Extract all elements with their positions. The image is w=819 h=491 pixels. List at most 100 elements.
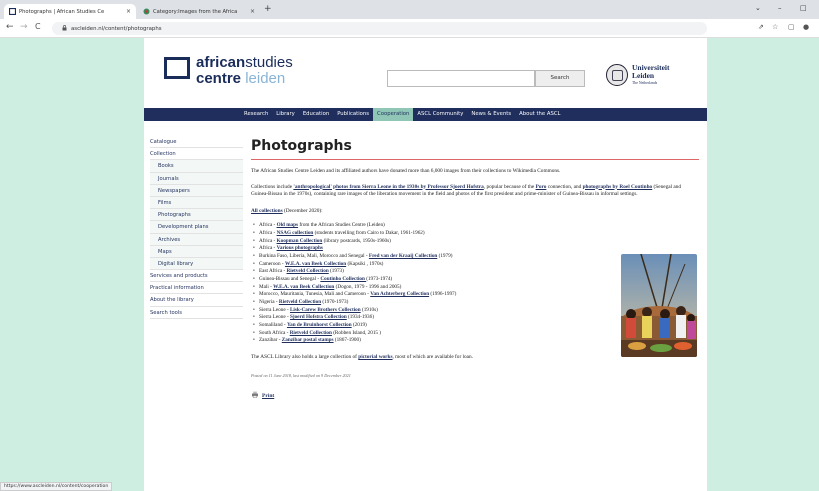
collection-link[interactable]: Zanzibar postal stamps (282, 337, 334, 343)
nav-item-about-the-ascl[interactable]: About the ASCL (515, 108, 564, 121)
collection-link[interactable]: Rietveld Collection (287, 268, 329, 274)
sidebar-item-practical-information[interactable]: Practical information (150, 282, 243, 295)
list-item: Burkina Faso, Liberia, Mali, Morocco and… (251, 253, 611, 261)
sidebar-item-digital-library[interactable]: Digital library (150, 257, 243, 271)
text: (library postcards, 1950s-1960s) (322, 237, 391, 244)
nav-item-publications[interactable]: Publications (333, 108, 373, 121)
all-collections-line: All collections (December 2020): (251, 208, 699, 216)
printer-icon[interactable] (251, 391, 259, 400)
minimize-button[interactable]: – (778, 4, 782, 12)
nav-item-research[interactable]: Research (240, 108, 272, 121)
univ-line-2: Leiden (632, 71, 655, 80)
text: (1934-1936) (346, 314, 374, 321)
nav-item-ascl-community[interactable]: ASCL Community (413, 108, 467, 121)
collection-link[interactable]: Lisk-Carew Brothers Collection (290, 307, 361, 313)
text: Morocco, Mauritania, Tunesia, Mali and C… (259, 291, 371, 298)
all-collections-link[interactable]: All collections (251, 208, 283, 214)
collection-link[interactable]: W.E.A. van Beek Collection (285, 261, 346, 267)
lock-icon[interactable] (62, 24, 67, 33)
collection-link[interactable]: Yan de Bruinhorst Collection (287, 322, 352, 328)
text: Cameroon - (259, 260, 285, 267)
list-item: Africa - Old maps from the African Studi… (251, 222, 611, 230)
search-button[interactable]: Search (535, 70, 585, 87)
hofstra-photos-link[interactable]: 'anthropological' photos from Sierra Leo… (293, 184, 483, 190)
collection-link[interactable]: Van Achterberg Collection (370, 291, 429, 297)
sidebar-item-services-and-products[interactable]: Services and products (150, 270, 243, 283)
collection-link[interactable]: NSAG collection (277, 230, 314, 236)
forward-button[interactable]: → (20, 22, 28, 32)
sidebar-item-books[interactable]: Books (150, 160, 243, 173)
nav-item-cooperation[interactable]: Cooperation (373, 108, 414, 121)
logo-line-1: africanstudies (196, 54, 293, 71)
browser-tab-photographs[interactable]: Photographs | African Studies Ce × (4, 4, 136, 19)
collection-link[interactable]: Old maps (277, 222, 298, 228)
address-bar[interactable]: ascleiden.nl/content/photographs (52, 22, 707, 35)
collection-link[interactable]: Sjoerd Hofstra Collection (290, 314, 347, 320)
list-item: Zanzibar - Zanzibar postal stamps (1867-… (251, 337, 611, 345)
text: (Dogon, 1979 - 1996 and 2005) (334, 283, 402, 290)
sidebar-item-catalogue[interactable]: Catalogue (150, 136, 243, 149)
browser-tab-wikimedia[interactable]: Category:Images from the Africa × (138, 4, 260, 19)
text: Africa - (259, 230, 277, 237)
univ-line-3: The Netherlands (632, 81, 658, 85)
nav-item-education[interactable]: Education (299, 108, 333, 121)
search-input[interactable] (387, 70, 535, 87)
asc-leiden-logo[interactable]: africanstudies centre leiden (164, 55, 293, 86)
collection-link[interactable]: Fred van der Kraaij Collection (369, 253, 437, 259)
universiteit-leiden-logo[interactable]: Universiteit Leiden The Netherlands (606, 64, 670, 86)
text: Nigeria - (259, 298, 279, 305)
page: africanstudies centre leiden Search Univ… (144, 38, 707, 491)
tab-close-icon[interactable]: × (250, 8, 255, 15)
print-row[interactable]: Print (251, 391, 699, 400)
coutinho-photos-link[interactable]: photographs by Roel Coutinho (583, 184, 653, 190)
sidebar-item-about-the-library[interactable]: About the library (150, 294, 243, 307)
sidebar-item-archives[interactable]: Archives (150, 233, 243, 246)
text: connection, and (546, 183, 583, 190)
sidebar-item-search-tools[interactable]: Search tools (150, 307, 243, 319)
url-text[interactable]: ascleiden.nl/content/photographs (71, 26, 162, 32)
sidebar-item-collection[interactable]: Collection (150, 148, 243, 161)
tab-close-icon[interactable]: × (126, 8, 131, 15)
share-icon[interactable]: ⇗ (758, 23, 764, 31)
collection-link[interactable]: Rietveld Collection (290, 330, 332, 336)
text: East Africa - (259, 268, 287, 275)
new-tab-button[interactable]: + (264, 4, 272, 14)
text: Africa - (259, 222, 277, 229)
nav-item-news-events[interactable]: News & Events (467, 108, 515, 121)
sidebar-item-journals[interactable]: Journals (150, 172, 243, 185)
intro-paragraph: The African Studies Centre Leiden and it… (251, 168, 561, 174)
text: Mali - (259, 283, 274, 290)
collection-link[interactable]: Coutinho Collection (320, 276, 366, 282)
sidebar-item-newspapers[interactable]: Newspapers (150, 184, 243, 197)
logo-mark-icon (164, 57, 190, 79)
back-button[interactable]: ← (6, 22, 14, 32)
text: (1973) (328, 268, 344, 275)
text: Guinea-Bissau and Senegal - (259, 275, 321, 282)
collection-link[interactable]: W.E.A. van Beek Collection (273, 284, 334, 290)
pictorial-works-link[interactable]: pictorial works (358, 354, 392, 360)
logo-line-2: centre leiden (196, 70, 286, 87)
text: (1979) (437, 253, 453, 259)
text: Collections include (251, 183, 294, 190)
sidebar-item-development-plans[interactable]: Development plans (150, 221, 243, 234)
collection-link[interactable]: Koopman Collection (277, 238, 323, 244)
print-link[interactable]: Print (262, 393, 274, 399)
reload-button[interactable]: C (35, 22, 41, 31)
page-favicon-icon (8, 7, 17, 16)
tab-search-icon[interactable]: ⌄ (755, 4, 761, 12)
text: (2019) (351, 321, 367, 328)
sidebar-item-photographs[interactable]: Photographs (150, 209, 243, 222)
collection-link[interactable]: Rietveld Collection (279, 299, 321, 305)
profile-icon[interactable]: ● (803, 23, 809, 31)
collection-link[interactable]: Various photographs (277, 245, 323, 251)
text: , most of which are available for loan. (392, 353, 473, 360)
sidebar-item-films[interactable]: Films (150, 196, 243, 210)
nav-item-library[interactable]: Library (272, 108, 299, 121)
text: Sierra Leone - (259, 306, 290, 313)
bookmark-star-icon[interactable]: ☆ (772, 23, 778, 31)
side-panel-icon[interactable]: ▢ (788, 23, 795, 31)
poro-link[interactable]: Poro (536, 184, 547, 190)
maximize-button[interactable]: □ (800, 4, 807, 12)
tab-title: Category:Images from the Africa (153, 8, 238, 15)
sidebar-item-maps[interactable]: Maps (150, 245, 243, 258)
